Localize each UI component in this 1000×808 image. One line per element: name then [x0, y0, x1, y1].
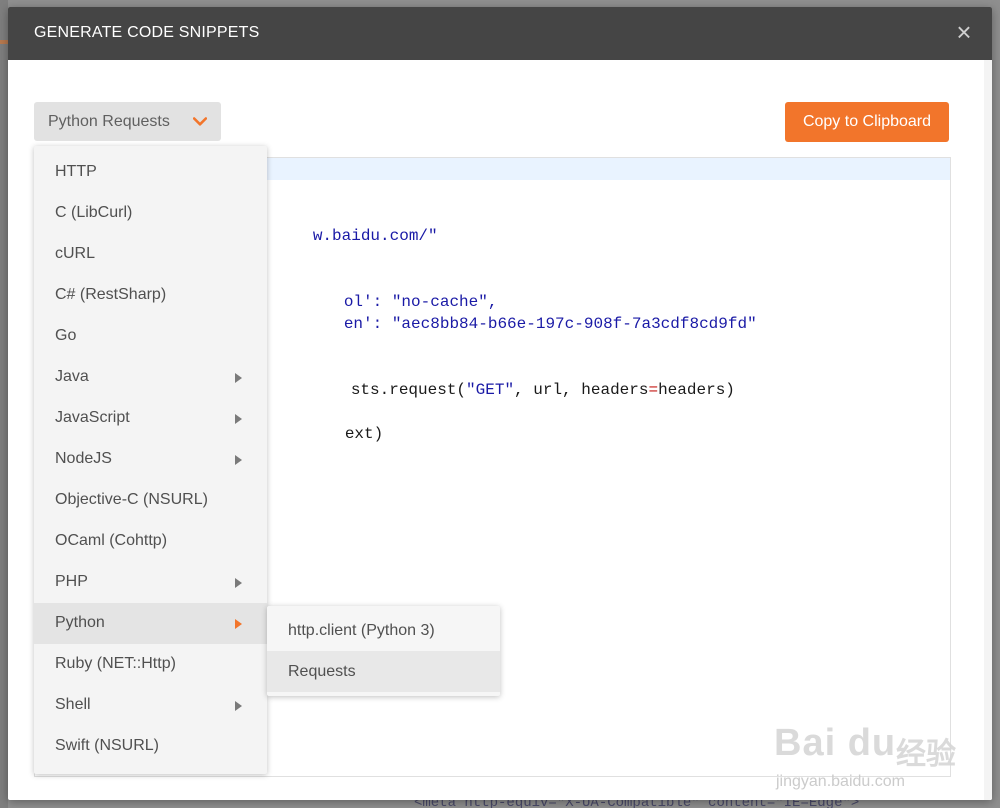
submenu-item-http-client[interactable]: http.client (Python 3) — [267, 610, 500, 651]
modal-title: GENERATE CODE SNIPPETS — [34, 24, 260, 41]
menu-item-label: PHP — [55, 573, 88, 590]
menu-item-label: Go — [55, 327, 77, 344]
code-line: ext) — [268, 401, 383, 443]
chevron-right-icon — [235, 619, 242, 629]
background-left-edge — [0, 0, 8, 808]
code-token: en': — [343, 315, 392, 333]
watermark-url: jingyan.baidu.com — [776, 773, 905, 790]
code-line: sts.request("GET", url, headers=headers) — [274, 357, 735, 399]
menu-item-label: cURL — [55, 245, 96, 262]
modal-scrollbar[interactable] — [984, 60, 992, 800]
menu-item-http[interactable]: HTTP — [34, 152, 267, 193]
code-token: ext) — [344, 425, 384, 443]
menu-item-python[interactable]: Python — [34, 603, 267, 644]
chevron-right-icon — [235, 373, 242, 383]
menu-item-csharp-restsharp[interactable]: C# (RestSharp) — [34, 275, 267, 316]
menu-item-java[interactable]: Java — [34, 357, 267, 398]
language-select-value: Python Requests — [48, 113, 170, 130]
menu-item-label: Swift (NSURL) — [55, 737, 160, 754]
menu-item-label: HTTP — [55, 163, 97, 180]
menu-item-ocaml[interactable]: OCaml (Cohttp) — [34, 521, 267, 562]
watermark-logo: Bai du — [774, 722, 897, 764]
code-token: "aec8bb84-b66e-197c-908f-7a3cdf8cd9fd" — [391, 315, 757, 333]
menu-item-curl[interactable]: cURL — [34, 234, 267, 275]
chevron-right-icon — [235, 455, 242, 465]
code-token: w.baidu.com/" — [312, 227, 438, 245]
menu-item-label: Ruby (NET::Http) — [55, 655, 176, 672]
menu-item-label: Python — [55, 614, 105, 631]
watermark-cn: 经验 — [896, 738, 956, 771]
chevron-down-icon — [193, 117, 207, 126]
menu-item-nodejs[interactable]: NodeJS — [34, 439, 267, 480]
chevron-right-icon — [235, 701, 242, 711]
menu-item-go[interactable]: Go — [34, 316, 267, 357]
code-token: = — [648, 381, 659, 399]
menu-item-label: Shell — [55, 696, 91, 713]
watermark: Bai du 经验 jingyan.baidu.com — [774, 707, 964, 797]
modal-header: GENERATE CODE SNIPPETS × — [8, 7, 992, 60]
code-token: , url, headers — [514, 381, 649, 399]
submenu-item-label: Requests — [288, 663, 356, 680]
menu-item-objective-c[interactable]: Objective-C (NSURL) — [34, 480, 267, 521]
submenu-item-requests[interactable]: Requests — [267, 651, 500, 692]
menu-item-label: C (LibCurl) — [55, 204, 133, 221]
code-token: headers) — [658, 381, 735, 399]
menu-item-javascript[interactable]: JavaScript — [34, 398, 267, 439]
close-icon[interactable]: × — [952, 19, 976, 45]
menu-item-label: NodeJS — [55, 450, 112, 467]
menu-item-label: JavaScript — [55, 409, 130, 426]
menu-item-label: Objective-C (NSURL) — [55, 491, 208, 508]
chevron-right-icon — [235, 414, 242, 424]
copy-to-clipboard-button[interactable]: Copy to Clipboard — [785, 102, 949, 142]
python-submenu: http.client (Python 3) Requests — [267, 606, 500, 696]
menu-item-c-libcurl[interactable]: C (LibCurl) — [34, 193, 267, 234]
menu-item-swift[interactable]: Swift (NSURL) — [34, 726, 267, 767]
submenu-item-label: http.client (Python 3) — [288, 622, 435, 639]
code-line: en': "aec8bb84-b66e-197c-908f-7a3cdf8cd9… — [267, 291, 757, 333]
menu-item-label: C# (RestSharp) — [55, 286, 167, 303]
menu-item-shell[interactable]: Shell — [34, 685, 267, 726]
code-line: ol': "no-cache", — [267, 269, 498, 311]
menu-item-label: OCaml (Cohttp) — [55, 532, 168, 549]
code-token: "GET" — [466, 381, 515, 399]
background-right-edge — [991, 0, 1000, 808]
menu-item-ruby[interactable]: Ruby (NET::Http) — [34, 644, 267, 685]
menu-item-php[interactable]: PHP — [34, 562, 267, 603]
menu-item-label: Java — [55, 368, 89, 385]
language-dropdown-menu: HTTP C (LibCurl) cURL C# (RestSharp) Go … — [34, 146, 267, 774]
code-token: sts.request( — [350, 381, 467, 399]
language-select[interactable]: Python Requests — [34, 102, 221, 141]
chevron-right-icon — [235, 578, 242, 588]
